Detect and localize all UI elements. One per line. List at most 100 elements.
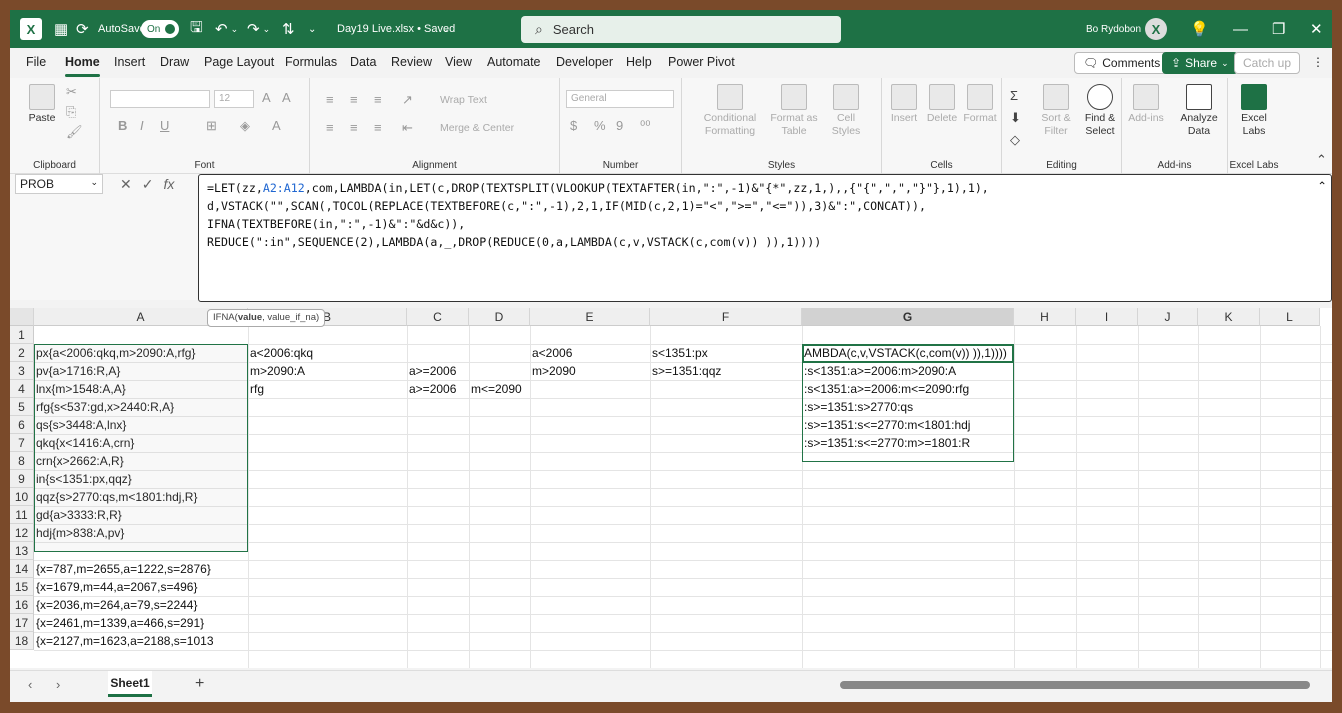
cell-a14[interactable]: {x=787,m=2655,a=1222,s=2876} — [34, 560, 248, 578]
collapse-ribbon-icon[interactable]: ⌃ — [1316, 152, 1327, 168]
tab-review[interactable]: Review — [391, 55, 432, 69]
tab-page-layout[interactable]: Page Layout — [204, 55, 274, 69]
decrease-font-icon[interactable]: A — [282, 90, 291, 105]
cell-a15[interactable]: {x=1679,m=44,a=2067,s=496} — [34, 578, 248, 596]
sort-icon[interactable]: ⇅ — [282, 20, 295, 38]
avatar[interactable]: X — [1145, 18, 1167, 40]
restore-icon[interactable]: ❐ — [1272, 20, 1285, 38]
percent-icon[interactable]: % — [594, 118, 606, 133]
function-icon[interactable]: fx — [163, 176, 174, 192]
font-color-icon[interactable]: A — [272, 118, 281, 133]
row-header-17[interactable]: 17 — [10, 614, 34, 632]
enter-icon[interactable]: ✓ — [142, 176, 154, 193]
border-icon[interactable]: ⊞ — [206, 118, 217, 134]
fill-color-icon[interactable]: ◈ — [240, 118, 250, 134]
tab-view[interactable]: View — [445, 55, 472, 69]
scroll-right-icon[interactable]: › — [56, 677, 60, 692]
align-left-icon[interactable]: ≡ — [326, 120, 334, 135]
row-header-6[interactable]: 6 — [10, 416, 34, 434]
bold-icon[interactable]: B — [118, 118, 127, 133]
tab-help[interactable]: Help — [626, 55, 652, 69]
cell-a16[interactable]: {x=2036,m=264,a=79,s=2244} — [34, 596, 248, 614]
sheet-tab[interactable]: Sheet1 — [108, 671, 152, 697]
insert-cells-button[interactable]: Insert — [886, 84, 922, 125]
column-header-j[interactable]: J — [1138, 308, 1198, 326]
customize-qat-icon[interactable]: ⌄ — [308, 24, 316, 35]
row-header-4[interactable]: 4 — [10, 380, 34, 398]
formula-input[interactable]: =LET(zz,A2:A12,com,LAMBDA(in,LET(c,DROP(… — [198, 174, 1332, 302]
row-header-8[interactable]: 8 — [10, 452, 34, 470]
horizontal-scrollbar[interactable] — [840, 681, 1310, 689]
column-header-l[interactable]: L — [1260, 308, 1320, 326]
row-header-18[interactable]: 18 — [10, 632, 34, 650]
column-header-d[interactable]: D — [469, 308, 530, 326]
format-as-table-button[interactable]: Format as Table — [770, 84, 818, 138]
column-header-k[interactable]: K — [1198, 308, 1260, 326]
excel-labs-button[interactable]: Excel Labs — [1234, 84, 1274, 138]
column-header-i[interactable]: I — [1076, 308, 1138, 326]
cell-a18[interactable]: {x=2127,m=1623,a=2188,s=1013 — [34, 632, 248, 650]
sort-filter-button[interactable]: Sort & Filter — [1038, 84, 1074, 138]
currency-icon[interactable]: $ — [570, 118, 577, 133]
align-center-icon[interactable]: ≡ — [350, 120, 358, 135]
row-header-7[interactable]: 7 — [10, 434, 34, 452]
delete-cells-button[interactable]: Delete — [924, 84, 960, 125]
row-header-12[interactable]: 12 — [10, 524, 34, 542]
search-box[interactable]: ⌕ Search — [521, 16, 841, 43]
column-header-f[interactable]: F — [650, 308, 802, 326]
worksheet-grid[interactable]: A B C D E F G H I J K L 1 2 px{a<2006:qkq,m>2090:A,rfg… — [10, 308, 1332, 668]
format-painter-icon[interactable]: 🖌 — [66, 124, 83, 140]
row-header-9[interactable]: 9 — [10, 470, 34, 488]
paste-button[interactable]: Paste — [22, 84, 62, 125]
conditional-formatting-button[interactable]: Conditional Formatting — [700, 84, 760, 138]
row-header-3[interactable]: 3 — [10, 362, 34, 380]
cell-b2[interactable]: a<2006:qkq — [248, 344, 527, 362]
orientation-icon[interactable]: ↗ — [402, 92, 413, 108]
indent-icon[interactable]: ⇤ — [402, 120, 413, 136]
add-sheet-icon[interactable]: + — [195, 675, 204, 693]
row-header-14[interactable]: 14 — [10, 560, 34, 578]
underline-icon[interactable]: U — [160, 118, 169, 133]
collapse-formula-icon[interactable]: ⌃ — [1317, 177, 1327, 195]
ribbon-display-icon[interactable]: ⋮ — [1312, 55, 1324, 69]
redo-icon[interactable]: ↷ — [247, 20, 260, 38]
find-select-button[interactable]: Find & Select — [1080, 84, 1120, 138]
addins-button[interactable]: Add-ins — [1128, 84, 1164, 125]
format-cells-button[interactable]: Format — [960, 84, 1000, 125]
row-header-10[interactable]: 10 — [10, 488, 34, 506]
column-header-c[interactable]: C — [407, 308, 469, 326]
align-top-icon[interactable]: ≡ — [326, 92, 334, 107]
tab-power-pivot[interactable]: Power Pivot — [668, 55, 735, 69]
cell-styles-button[interactable]: Cell Styles — [826, 84, 866, 138]
tab-draw[interactable]: Draw — [160, 55, 189, 69]
tab-automate[interactable]: Automate — [487, 55, 541, 69]
autosum-icon[interactable]: Σ — [1010, 88, 1018, 103]
column-header-h[interactable]: H — [1014, 308, 1076, 326]
tab-insert[interactable]: Insert — [114, 55, 145, 69]
analyze-data-button[interactable]: Analyze Data — [1176, 84, 1222, 138]
grid-icon[interactable]: ▦ — [54, 20, 68, 38]
document-title[interactable]: Day19 Live.xlsx • Saved — [337, 10, 455, 48]
catch-up-button[interactable]: Catch up — [1234, 52, 1301, 74]
align-bottom-icon[interactable]: ≡ — [374, 92, 382, 107]
tab-file[interactable]: File — [26, 55, 46, 69]
row-header-5[interactable]: 5 — [10, 398, 34, 416]
column-header-e[interactable]: E — [530, 308, 650, 326]
lightbulb-icon[interactable]: 💡 — [1190, 20, 1209, 38]
row-header-11[interactable]: 11 — [10, 506, 34, 524]
align-middle-icon[interactable]: ≡ — [350, 92, 358, 107]
row-header-16[interactable]: 16 — [10, 596, 34, 614]
cell-a17[interactable]: {x=2461,m=1339,a=466,s=291} — [34, 614, 248, 632]
tab-formulas[interactable]: Formulas — [285, 55, 337, 69]
minimize-icon[interactable]: — — [1233, 21, 1248, 38]
tab-data[interactable]: Data — [350, 55, 376, 69]
save-icon[interactable]: 🖫 — [190, 17, 203, 42]
refresh-icon[interactable]: ⟳ — [76, 20, 89, 38]
copy-icon[interactable]: ⎘ — [66, 104, 76, 120]
chevron-down-icon[interactable]: ⌄ — [442, 10, 450, 48]
name-box[interactable]: PROB ⌄ — [15, 174, 103, 194]
close-icon[interactable]: ✕ — [1310, 20, 1323, 38]
number-format-dropdown[interactable]: General — [566, 90, 674, 108]
row-header-13[interactable]: 13 — [10, 542, 34, 560]
select-all[interactable] — [10, 308, 34, 326]
